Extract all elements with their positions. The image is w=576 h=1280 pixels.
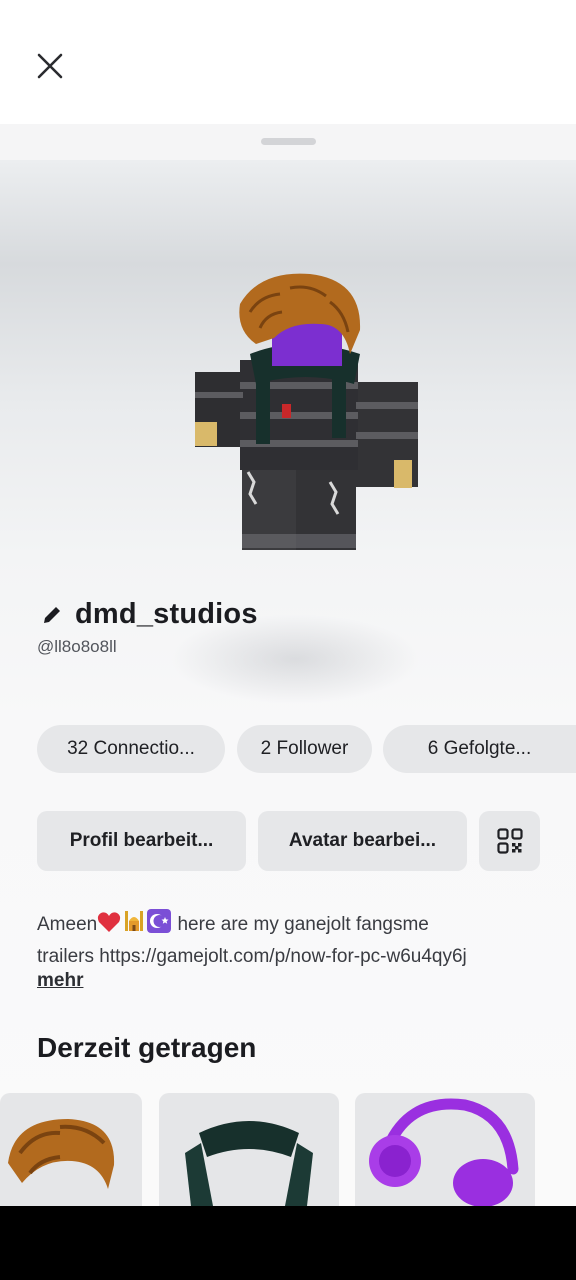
pencil-icon[interactable] bbox=[37, 600, 67, 630]
close-icon bbox=[37, 53, 63, 79]
bio-line-2[interactable]: trailers https://gamejolt.com/p/now-for-… bbox=[37, 942, 537, 971]
qr-code-icon bbox=[496, 828, 523, 854]
hair-item-image bbox=[8, 1119, 115, 1189]
wearing-item-scarf[interactable] bbox=[159, 1093, 339, 1206]
drag-handle[interactable] bbox=[261, 138, 316, 145]
display-name-row[interactable]: dmd_studios bbox=[37, 598, 258, 631]
heart-emoji bbox=[97, 911, 121, 942]
avatar-3d-figure[interactable] bbox=[190, 272, 425, 572]
bio-text: Ameen here are my ganejolt fangsme trail… bbox=[37, 909, 537, 971]
display-name: dmd_studios bbox=[75, 598, 258, 630]
headphones-item-image bbox=[369, 1098, 519, 1206]
following-chip[interactable]: 6 Gefolgte... bbox=[383, 725, 576, 773]
followers-chip[interactable]: 2 Follower bbox=[237, 725, 372, 773]
wearing-item-hair[interactable] bbox=[0, 1093, 142, 1206]
star-crescent-emoji bbox=[147, 909, 172, 942]
more-link[interactable]: mehr bbox=[37, 970, 83, 992]
bio-line-1-suffix: here are my ganejolt fangsme bbox=[172, 914, 429, 935]
bio-line-1-prefix: Ameen bbox=[37, 914, 98, 935]
bio-line-1: Ameen here are my ganejolt fangsme bbox=[37, 909, 537, 942]
close-button[interactable] bbox=[30, 46, 70, 86]
edit-avatar-button[interactable]: Avatar bearbei... bbox=[258, 811, 467, 871]
top-bar bbox=[0, 0, 576, 124]
connections-chip[interactable]: 32 Connectio... bbox=[37, 725, 225, 773]
wearing-item-headphones[interactable] bbox=[355, 1093, 535, 1206]
profile-sheet: dmd_studios @ll8o8o8ll 32 Connectio... 2… bbox=[0, 124, 576, 1206]
system-navigation-bar bbox=[0, 1206, 576, 1280]
qr-code-button[interactable] bbox=[479, 811, 540, 871]
currently-wearing-title: Derzeit getragen bbox=[37, 1032, 257, 1063]
scarf-item-image bbox=[185, 1121, 313, 1206]
edit-profile-button[interactable]: Profil bearbeit... bbox=[37, 811, 246, 871]
mosque-emoji bbox=[122, 909, 146, 942]
username: @ll8o8o8ll bbox=[37, 637, 117, 656]
